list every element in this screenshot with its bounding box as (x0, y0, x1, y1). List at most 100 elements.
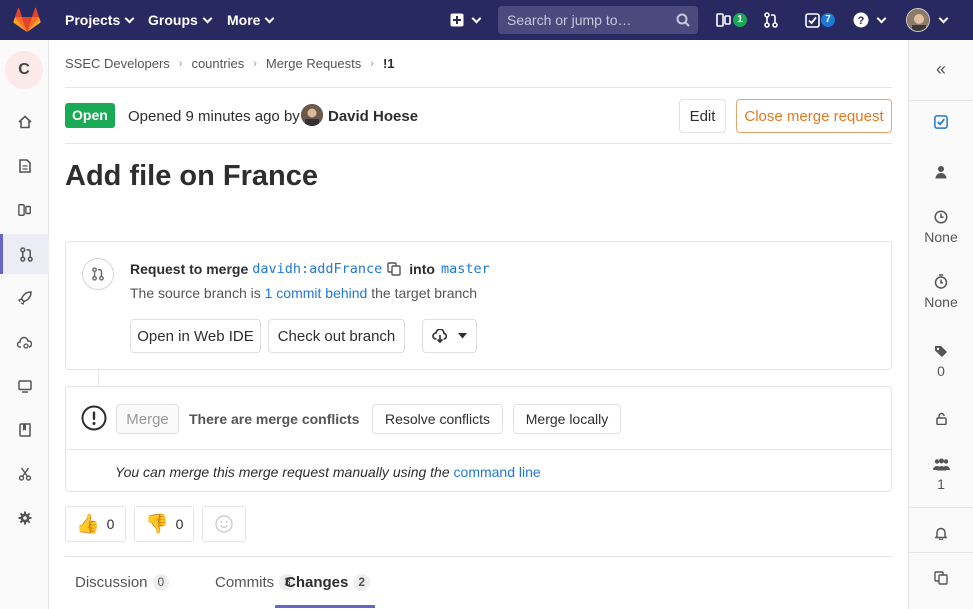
plus-square-icon (450, 13, 464, 27)
breadcrumb-merge-requests[interactable]: Merge Requests (266, 56, 361, 71)
sidebar-item-wiki[interactable] (0, 410, 49, 450)
divider (66, 449, 891, 450)
merge-request-icon (82, 258, 114, 290)
sidebar-item-settings[interactable] (0, 498, 49, 538)
author-name[interactable]: David Hoese (328, 108, 418, 125)
merge-request-icon (764, 12, 778, 28)
copy-icon[interactable] (387, 262, 401, 276)
scissors-icon (18, 467, 31, 481)
issues-count-badge: 1 (733, 13, 747, 27)
todo-check-icon (805, 12, 820, 28)
breadcrumb-separator-icon: › (178, 57, 183, 70)
user-icon (935, 166, 947, 179)
bell-icon (935, 527, 947, 540)
sidebar-notifications[interactable] (909, 527, 973, 540)
new-item-dropdown[interactable] (450, 0, 482, 40)
behind-line: The source branch is 1 commit behind the… (130, 285, 477, 301)
add-reaction-button[interactable] (202, 506, 246, 542)
projects-menu[interactable]: Projects (65, 0, 135, 40)
user-avatar (906, 8, 930, 32)
todo-add-icon (934, 115, 948, 129)
svg-text:?: ? (858, 15, 865, 27)
warning-circle-icon (81, 405, 107, 431)
chevron-down-icon (938, 13, 949, 23)
divider (909, 100, 973, 101)
tab-changes[interactable]: Changes 2 (285, 574, 371, 591)
merge-locally-button[interactable]: Merge locally (513, 404, 621, 434)
sidebar-lock[interactable] (909, 412, 973, 425)
thumbsdown-reaction-button[interactable]: 👎 0 (134, 506, 194, 542)
sidebar-labels[interactable]: 0 (909, 345, 973, 379)
issues-icon (17, 204, 31, 216)
tab-discussion-label: Discussion (75, 574, 148, 591)
sidebar-item-operations[interactable] (0, 322, 49, 362)
thumbsdown-count: 0 (175, 516, 184, 532)
tab-commits[interactable]: Commits 3 (215, 574, 296, 591)
sidebar-item-repository[interactable] (0, 146, 49, 186)
todos-nav-button[interactable]: 7 (805, 0, 835, 40)
chevron-down-icon (471, 13, 482, 23)
tab-discussion[interactable]: Discussion 0 (75, 574, 170, 591)
merge-button[interactable]: Merge (116, 404, 179, 434)
merge-requests-nav-button[interactable] (764, 0, 778, 40)
tab-changes-label: Changes (285, 574, 349, 591)
open-web-ide-button[interactable]: Open in Web IDE (130, 319, 261, 353)
issues-nav-button[interactable]: 1 (716, 0, 747, 40)
manual-merge-text: You can merge this merge request manuall… (115, 464, 541, 480)
mr-widget-branch-info: Request to merge davidh:addFrance into m… (65, 241, 892, 370)
sidebar-item-project[interactable] (0, 102, 49, 142)
sidebar-item-environments[interactable] (0, 366, 49, 406)
target-branch[interactable]: master (441, 261, 490, 277)
sidebar-copy-reference[interactable] (909, 571, 973, 585)
request-to-merge-label: Request to merge (130, 261, 249, 277)
sidebar-item-snippets[interactable] (0, 454, 49, 494)
command-line-link[interactable]: command line (454, 464, 541, 480)
search-input[interactable]: Search or jump to… (498, 6, 698, 34)
tab-commits-label: Commits (215, 574, 275, 591)
gitlab-logo-icon[interactable] (13, 7, 41, 33)
merge-request-line: Request to merge davidh:addFrance into m… (130, 261, 490, 277)
merge-request-icon (19, 246, 33, 262)
breadcrumb-mr-id[interactable]: !1 (383, 56, 395, 71)
smiley-icon (215, 515, 233, 533)
behind-post-text: the target branch (371, 285, 478, 301)
monitor-icon (17, 379, 32, 393)
check-out-branch-button[interactable]: Check out branch (268, 319, 405, 353)
sidebar-item-issues[interactable] (0, 190, 49, 230)
collapse-sidebar-button[interactable]: « (909, 60, 973, 78)
sidebar-time-estimate[interactable]: None (909, 210, 973, 245)
sidebar-assignee[interactable] (909, 165, 973, 179)
resolve-conflicts-button[interactable]: Resolve conflicts (372, 404, 503, 434)
mr-right-sidebar: « None None 0 1 (908, 40, 973, 609)
breadcrumb-group[interactable]: SSEC Developers (65, 56, 170, 71)
close-merge-request-button[interactable]: Close merge request (736, 99, 892, 133)
project-avatar[interactable]: C (5, 51, 43, 89)
help-icon: ? (853, 12, 869, 28)
thumbsup-reaction-button[interactable]: 👍 0 (65, 506, 126, 542)
divider (909, 507, 973, 508)
home-icon (17, 115, 32, 129)
help-dropdown[interactable]: ? (853, 0, 887, 40)
labels-count: 0 (937, 363, 945, 379)
author-avatar[interactable] (301, 104, 323, 126)
more-label: More (227, 12, 261, 28)
sidebar-item-merge-requests[interactable] (0, 234, 49, 274)
download-dropdown-button[interactable] (422, 319, 477, 353)
breadcrumb-project[interactable]: countries (191, 56, 244, 71)
thumbsup-icon: 👍 (76, 514, 100, 535)
source-branch[interactable]: davidh:addFrance (252, 261, 382, 277)
issues-icon (716, 13, 731, 27)
sidebar-participants[interactable]: 1 (909, 458, 973, 492)
commits-behind-link[interactable]: 1 commit behind (265, 285, 368, 301)
divider (909, 552, 973, 553)
sidebar-todo[interactable] (909, 115, 973, 129)
divider (65, 87, 892, 88)
sidebar-time-spent[interactable]: None (909, 274, 973, 310)
chevron-down-icon (202, 13, 213, 23)
more-menu[interactable]: More (227, 0, 275, 40)
sidebar-item-ci-cd[interactable] (0, 278, 49, 318)
edit-button[interactable]: Edit (679, 99, 726, 133)
project-sidebar: C (0, 40, 49, 609)
user-menu[interactable] (906, 0, 949, 40)
groups-menu[interactable]: Groups (148, 0, 213, 40)
